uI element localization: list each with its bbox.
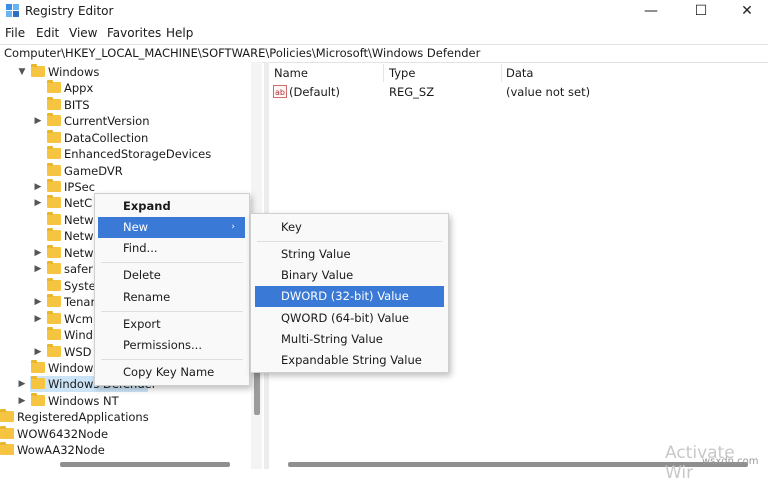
- menu-help[interactable]: Help: [166, 26, 193, 40]
- menu-separator: [101, 359, 243, 360]
- folder-icon: [47, 327, 61, 340]
- folder-icon: [47, 163, 61, 176]
- column-header-name[interactable]: Name: [274, 66, 308, 80]
- chevron-right-icon[interactable]: ▶: [33, 195, 43, 211]
- menu-file[interactable]: File: [5, 26, 25, 40]
- value-data: (value not set): [506, 85, 591, 99]
- chevron-right-icon[interactable]: ▶: [33, 179, 43, 195]
- folder-icon: [47, 146, 61, 159]
- minimize-button[interactable]: —: [628, 0, 674, 22]
- folder-icon: [31, 376, 45, 389]
- folder-icon: [47, 212, 61, 225]
- menu-favorites[interactable]: Favorites: [107, 26, 161, 40]
- value-type: REG_SZ: [389, 85, 435, 99]
- tree-item-appx[interactable]: Appx: [0, 80, 250, 96]
- tree-item-datacollection[interactable]: DataCollection: [0, 130, 250, 146]
- menu-separator: [101, 311, 243, 312]
- chevron-right-icon[interactable]: ▶: [17, 393, 27, 409]
- address-bar[interactable]: Computer\HKEY_LOCAL_MACHINE\SOFTWARE\Pol…: [0, 44, 768, 63]
- address-path[interactable]: Computer\HKEY_LOCAL_MACHINE\SOFTWARE\Pol…: [4, 46, 480, 60]
- folder-icon: [47, 311, 61, 324]
- submenu-item-string-value[interactable]: String Value: [251, 244, 448, 265]
- tree-horizontal-scrollbar[interactable]: [60, 462, 230, 467]
- menu-item-new[interactable]: New ›: [98, 217, 245, 238]
- submenu-item-dword-value[interactable]: DWORD (32-bit) Value: [255, 286, 444, 307]
- folder-icon: [47, 245, 61, 258]
- column-divider[interactable]: [383, 64, 384, 82]
- menu-item-export[interactable]: Export: [95, 314, 249, 335]
- chevron-right-icon[interactable]: ▶: [33, 113, 43, 129]
- folder-icon: [47, 195, 61, 208]
- maximize-button[interactable]: ☐: [678, 0, 724, 22]
- folder-icon: [47, 113, 61, 126]
- menu-view[interactable]: View: [69, 26, 97, 40]
- tree-item-windows[interactable]: ▼ Windows: [0, 64, 250, 80]
- menu-item-delete[interactable]: Delete: [95, 265, 249, 286]
- tree-item-enhancedstoragedevices[interactable]: EnhancedStorageDevices: [0, 146, 250, 162]
- menu-item-rename[interactable]: Rename: [95, 287, 249, 308]
- tree-item-wowaa32node[interactable]: WowAA32Node: [0, 442, 250, 458]
- tree-item-gamedvr[interactable]: GameDVR: [0, 163, 250, 179]
- tree-item-registeredapplications[interactable]: RegisteredApplications: [0, 409, 250, 425]
- folder-icon: [31, 360, 45, 373]
- chevron-right-icon: ›: [231, 222, 235, 232]
- menu-item-copy-key-name[interactable]: Copy Key Name: [95, 362, 249, 383]
- menu-item-permissions[interactable]: Permissions...: [95, 335, 249, 356]
- folder-icon: [0, 409, 14, 422]
- folder-icon: [47, 278, 61, 291]
- chevron-right-icon[interactable]: ▶: [33, 261, 43, 277]
- folder-icon: [47, 179, 61, 192]
- folder-icon: [47, 130, 61, 143]
- site-watermark: wsxdn.com: [702, 456, 759, 467]
- menu-item-find[interactable]: Find...: [95, 238, 249, 259]
- window-title: Registry Editor: [25, 4, 114, 18]
- tree-item-windows-nt[interactable]: ▶ Windows NT: [0, 393, 250, 409]
- tree-item-bits[interactable]: BITS: [0, 97, 250, 113]
- value-name: (Default): [289, 85, 340, 99]
- folder-icon: [47, 344, 61, 357]
- scrollbar-thumb[interactable]: [254, 367, 260, 415]
- folder-icon: [47, 97, 61, 110]
- new-submenu: Key String Value Binary Value DWORD (32-…: [250, 213, 449, 373]
- folder-icon: [47, 80, 61, 93]
- menu-separator: [257, 241, 442, 242]
- close-button[interactable]: ✕: [724, 0, 768, 22]
- chevron-down-icon[interactable]: ▼: [17, 64, 27, 80]
- value-row[interactable]: ab (Default) REG_SZ (value not set): [270, 84, 760, 100]
- folder-icon: [31, 64, 45, 77]
- column-divider[interactable]: [501, 64, 502, 82]
- chevron-right-icon[interactable]: ▶: [33, 294, 43, 310]
- submenu-item-qword-value[interactable]: QWORD (64-bit) Value: [251, 308, 448, 329]
- folder-icon: [31, 393, 45, 406]
- submenu-item-expandable-string-value[interactable]: Expandable String Value: [251, 350, 448, 371]
- title-bar: Registry Editor — ☐ ✕: [0, 0, 768, 22]
- folder-icon: [47, 261, 61, 274]
- chevron-right-icon[interactable]: ▶: [33, 311, 43, 327]
- submenu-item-binary-value[interactable]: Binary Value: [251, 265, 448, 286]
- column-header-data[interactable]: Data: [506, 66, 533, 80]
- column-header-type[interactable]: Type: [389, 66, 415, 80]
- folder-icon: [0, 442, 14, 455]
- submenu-item-key[interactable]: Key: [251, 217, 448, 238]
- chevron-right-icon[interactable]: ▶: [33, 344, 43, 360]
- context-menu: Expand New › Find... Delete Rename Expor…: [94, 193, 250, 386]
- menu-separator: [101, 262, 243, 263]
- tree-item-currentversion[interactable]: ▶ CurrentVersion: [0, 113, 250, 129]
- menu-edit[interactable]: Edit: [36, 26, 59, 40]
- registry-editor-icon: [6, 4, 19, 17]
- menu-bar: File Edit View Favorites Help: [0, 24, 768, 42]
- tree-item-wow6432node[interactable]: WOW6432Node: [0, 426, 250, 442]
- string-value-icon: ab: [273, 85, 287, 98]
- submenu-item-multi-string-value[interactable]: Multi-String Value: [251, 329, 448, 350]
- chevron-right-icon[interactable]: ▶: [33, 245, 43, 261]
- folder-icon: [47, 228, 61, 241]
- chevron-right-icon[interactable]: ▶: [17, 376, 27, 392]
- menu-item-expand[interactable]: Expand: [95, 196, 249, 217]
- folder-icon: [0, 426, 14, 439]
- folder-icon: [47, 294, 61, 307]
